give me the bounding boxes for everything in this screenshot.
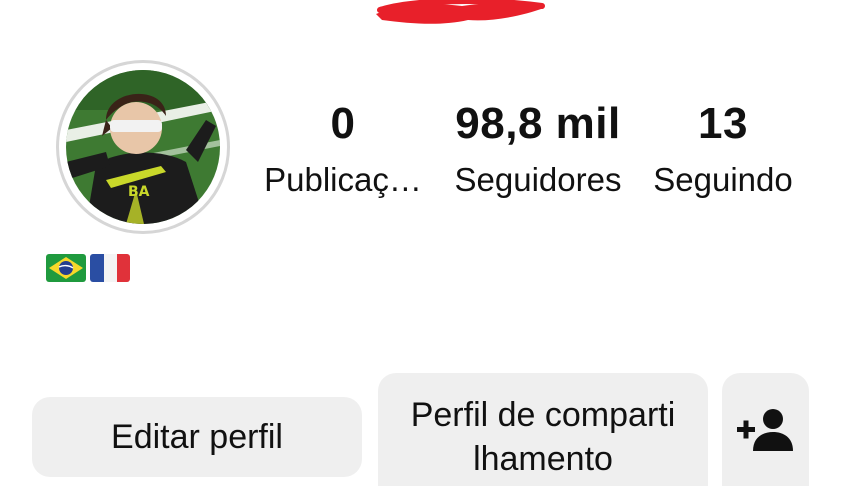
- followers-count: 98,8 mil: [455, 99, 621, 148]
- stat-followers[interactable]: 98,8 mil Seguidores: [443, 96, 633, 200]
- following-count: 13: [698, 99, 748, 148]
- stat-following[interactable]: 13 Seguindo: [644, 96, 802, 200]
- add-person-button[interactable]: [722, 373, 809, 486]
- brazil-flag-icon: [46, 254, 86, 282]
- posts-count: 0: [330, 99, 356, 148]
- bio-flags: [46, 254, 130, 284]
- avatar[interactable]: BA: [66, 70, 220, 224]
- share-profile-label: Perfil de comparti lhamento: [410, 396, 676, 478]
- edit-profile-button[interactable]: Editar perfil: [32, 397, 362, 477]
- svg-text:BA: BA: [128, 184, 150, 200]
- edit-profile-label: Editar perfil: [111, 417, 283, 456]
- person-add-icon: [735, 407, 797, 453]
- followers-label: Seguidores: [454, 161, 622, 198]
- following-label: Seguindo: [653, 161, 793, 198]
- france-flag-icon: [90, 254, 130, 282]
- posts-label: Publicaç…: [264, 161, 422, 198]
- stat-posts[interactable]: 0 Publicaç…: [258, 96, 428, 200]
- redaction-scribble: [372, 0, 548, 30]
- share-profile-button[interactable]: Perfil de comparti lhamento: [378, 373, 708, 486]
